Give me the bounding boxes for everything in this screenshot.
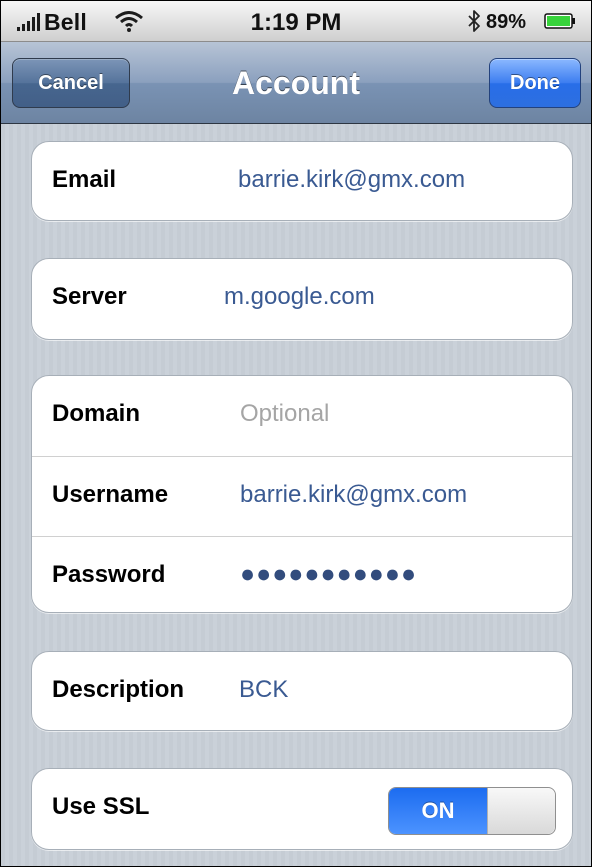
password-field[interactable]: ●●●●●●●●●●● [240,560,417,589]
status-bar: Bell 1:19 PM 89% [1,1,591,42]
username-field[interactable]: barrie.kirk@gmx.com [240,481,467,509]
ssl-toggle-on-label: ON [389,788,487,834]
server-group: Server m.google.com [31,258,573,340]
email-group: Email barrie.kirk@gmx.com [31,141,573,221]
ssl-label: Use SSL [52,793,150,820]
domain-row[interactable]: Domain Optional [32,376,572,456]
description-field[interactable]: BCK [239,676,288,704]
username-label: Username [52,481,169,508]
description-row[interactable]: Description BCK [32,652,572,730]
battery-percentage: 89% [486,11,527,33]
ssl-toggle[interactable]: ON [388,787,556,835]
email-row[interactable]: Email barrie.kirk@gmx.com [32,142,572,220]
username-row[interactable]: Username barrie.kirk@gmx.com [32,456,572,536]
description-group: Description BCK [31,651,573,731]
bluetooth-icon [468,10,480,32]
ssl-group: Use SSL ON [31,768,573,850]
done-button[interactable]: Done [489,58,581,108]
password-row[interactable]: Password ●●●●●●●●●●● [32,536,572,612]
email-field[interactable]: barrie.kirk@gmx.com [238,166,465,194]
credentials-group: Domain Optional Username barrie.kirk@gmx… [31,375,573,613]
ssl-toggle-knob[interactable] [487,788,555,834]
domain-field[interactable]: Optional [240,400,329,428]
battery-icon [544,13,575,29]
domain-label: Domain [52,400,141,427]
server-row[interactable]: Server m.google.com [32,259,572,339]
password-label: Password [52,561,166,588]
navigation-bar: Cancel Account Done [1,42,591,124]
phone-screen: Bell 1:19 PM 89% Cancel Account Done Ema… [0,0,592,867]
settings-content: Email barrie.kirk@gmx.com Server m.googl… [1,124,591,866]
ssl-row: Use SSL ON [32,769,572,849]
email-label: Email [52,166,117,193]
server-field[interactable]: m.google.com [224,283,375,311]
server-label: Server [52,283,127,310]
description-label: Description [52,676,185,703]
